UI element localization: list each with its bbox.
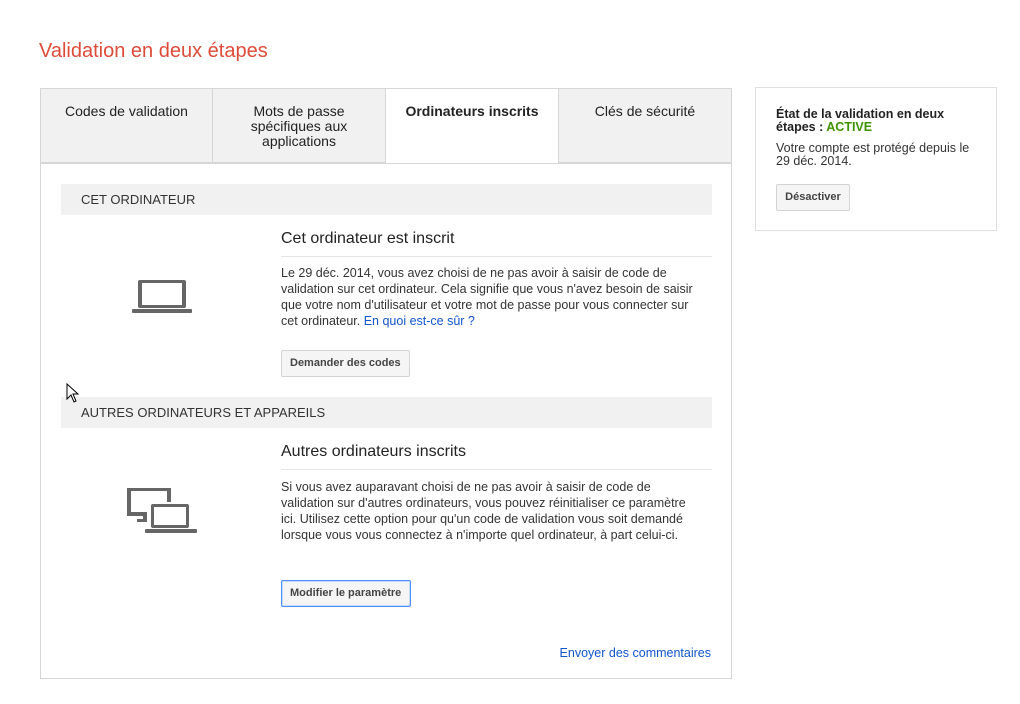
section-header-this-computer: CET ORDINATEUR [61, 184, 712, 215]
this-computer-title: Cet ordinateur est inscrit [281, 230, 712, 257]
tab-panel: CET ORDINATEUR Cet ordinateur est inscri… [40, 163, 732, 679]
page-title: Validation en deux étapes [39, 40, 268, 62]
status-badge: ACTIVE [826, 120, 873, 134]
other-computers-description: Si vous avez auparavant choisi de ne pas… [281, 480, 686, 542]
send-feedback-link[interactable]: Envoyer des commentaires [560, 646, 711, 660]
tab-bar: Codes de validation Mots de passe spécif… [40, 88, 732, 165]
tab-mots-de-passe-applications[interactable]: Mots de passe spécifiques aux applicatio… [212, 88, 386, 163]
status-card-text: Votre compte est protégé depuis le 29 dé… [776, 141, 970, 168]
request-codes-button[interactable]: Demander des codes [281, 350, 410, 377]
devices-icon [127, 488, 197, 533]
tab-codes-de-validation[interactable]: Codes de validation [40, 88, 213, 163]
status-card-title: État de la validation en deux étapes : A… [776, 108, 986, 134]
security-info-link[interactable]: En quoi est-ce sûr ? [364, 314, 475, 328]
deactivate-button[interactable]: Désactiver [776, 184, 850, 211]
section-header-other-computers: AUTRES ORDINATEURS ET APPAREILS [61, 397, 712, 428]
this-computer-description: Le 29 déc. 2014, vous avez choisi de ne … [281, 265, 701, 329]
status-card: État de la validation en deux étapes : A… [755, 87, 997, 231]
tab-cles-de-securite[interactable]: Clés de sécurité [558, 88, 732, 163]
this-computer-description-text: Le 29 déc. 2014, vous avez choisi de ne … [281, 266, 693, 328]
mouse-cursor-icon [66, 383, 80, 403]
other-computers-title: Autres ordinateurs inscrits [281, 443, 712, 470]
laptop-icon [132, 280, 192, 313]
modify-setting-button[interactable]: Modifier le paramètre [281, 580, 411, 607]
tab-ordinateurs-inscrits[interactable]: Ordinateurs inscrits [385, 88, 559, 165]
